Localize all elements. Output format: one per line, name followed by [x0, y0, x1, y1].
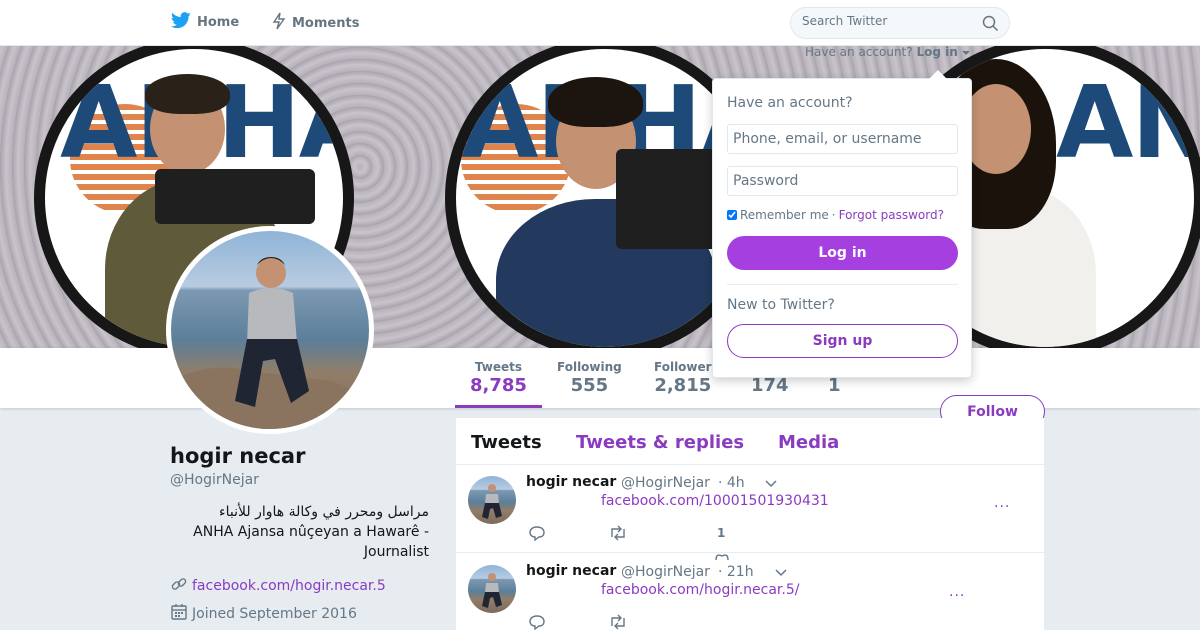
stat-value: 2,815 — [654, 375, 712, 396]
stat-value: 8,785 — [470, 375, 527, 396]
link-icon — [170, 575, 188, 597]
password-field[interactable] — [727, 166, 958, 196]
profile-name[interactable]: hogir necar — [170, 444, 305, 468]
tweet-author-handle[interactable]: @HogirNejar — [621, 475, 710, 491]
stat-value: 174 — [751, 375, 789, 396]
top-navigation: Home Moments — [0, 0, 1200, 46]
active-stat-underline — [455, 405, 542, 408]
tweet-author-handle[interactable]: @HogirNejar — [621, 564, 710, 580]
remember-row: Remember me · Forgot password? — [727, 208, 944, 222]
chevron-down-icon[interactable] — [774, 564, 788, 583]
tweet-timestamp[interactable]: · 4h — [718, 475, 745, 491]
tweet-more-ellipsis[interactable]: ... — [994, 495, 1010, 511]
nav-moments[interactable]: Moments — [272, 12, 359, 34]
nav-moments-label: Moments — [292, 15, 360, 31]
tab-tweets-replies[interactable]: Tweets & replies — [576, 432, 744, 453]
twitter-bird-icon — [170, 12, 191, 33]
tweet-timestamp[interactable]: · 21h — [718, 564, 754, 580]
account-prompt: Have an account? — [805, 45, 913, 59]
tweet-avatar[interactable] — [468, 476, 516, 524]
stat-label: Tweets — [474, 360, 523, 374]
tweet-item[interactable]: hogir necar @HogirNejar · 4h facebook.co… — [456, 465, 1044, 561]
separator-dot: · — [831, 208, 836, 222]
tweet-item[interactable]: hogir necar @HogirNejar · 21h facebook.c… — [456, 554, 1044, 630]
username-field[interactable] — [727, 124, 958, 154]
profile-joined-row: Joined September 2016 — [170, 603, 357, 625]
calendar-icon — [170, 603, 188, 625]
search-box — [790, 7, 1010, 39]
caret-down-icon — [961, 45, 970, 59]
remember-me-label[interactable]: Remember me — [740, 208, 829, 222]
profile-url-link[interactable]: facebook.com/hogir.necar.5 — [192, 578, 386, 594]
lightning-icon — [272, 12, 286, 34]
stat-label: Follower — [654, 360, 712, 374]
tab-media[interactable]: Media — [778, 432, 839, 453]
stat-following[interactable]: Following 555 — [557, 360, 622, 396]
stat-label: Following — [557, 360, 622, 374]
profile-handle[interactable]: @HogirNejar — [170, 472, 259, 488]
new-to-twitter-label: New to Twitter? — [727, 297, 835, 313]
bio-line: ANHA Ajansa nûçeyan a Hawarê - — [193, 524, 429, 540]
stat-value: 555 — [570, 375, 609, 396]
bio-line: Journalist — [363, 544, 429, 560]
tweet-link[interactable]: facebook.com/10001501930431 — [601, 493, 829, 509]
tweet-more-ellipsis[interactable]: ... — [949, 584, 965, 600]
timeline-tabs: Tweets Tweets & replies Media — [456, 418, 1044, 465]
signup-button[interactable]: Sign up — [727, 324, 958, 358]
login-button[interactable]: Log in — [727, 236, 958, 270]
profile-url-row: facebook.com/hogir.necar.5 — [170, 575, 386, 597]
avatar[interactable] — [166, 226, 374, 434]
login-toggle-label[interactable]: Log in — [916, 45, 957, 59]
chevron-down-icon[interactable] — [764, 475, 778, 494]
banner-logo-text: ANHA — [1056, 64, 1200, 181]
stat-tweets[interactable]: Tweets 8,785 — [470, 360, 527, 396]
search-input[interactable] — [802, 14, 972, 28]
tweet-link[interactable]: facebook.com/hogir.necar.5/ — [601, 582, 799, 598]
search-icon[interactable] — [982, 15, 999, 36]
stat-value: 1 — [828, 375, 841, 396]
tab-tweets[interactable]: Tweets — [471, 432, 542, 453]
stat-followers[interactable]: Follower 2,815 — [654, 360, 712, 396]
tweet-author-name[interactable]: hogir necar — [526, 563, 616, 579]
login-dropdown-title: Have an account? — [727, 95, 853, 111]
retweet-icon[interactable] — [608, 525, 628, 545]
tweet-author-name[interactable]: hogir necar — [526, 474, 616, 490]
tweet-avatar[interactable] — [468, 565, 516, 613]
reply-icon[interactable] — [528, 614, 546, 630]
like-count: 1 — [717, 526, 726, 540]
nav-home[interactable]: Home — [170, 12, 240, 33]
profile-bio: مراسل ومحرر في وكالة هاوار للأنباء ANHA … — [170, 502, 429, 562]
forgot-password-link[interactable]: Forgot password? — [839, 208, 944, 222]
dropdown-divider — [727, 284, 958, 285]
nav-home-label: Home — [197, 15, 240, 30]
profile-joined-date: Joined September 2016 — [192, 606, 357, 622]
account-login-toggle[interactable]: Have an account? Log in — [805, 45, 970, 59]
reply-icon[interactable] — [528, 525, 546, 545]
remember-me-checkbox[interactable] — [727, 210, 737, 220]
retweet-icon[interactable] — [608, 614, 628, 630]
login-dropdown: Have an account? Remember me · Forgot pa… — [712, 70, 972, 378]
timeline: Tweets Tweets & replies Media hogir neca… — [456, 418, 1044, 630]
bio-line: مراسل ومحرر في وكالة هاوار للأنباء — [219, 504, 429, 520]
